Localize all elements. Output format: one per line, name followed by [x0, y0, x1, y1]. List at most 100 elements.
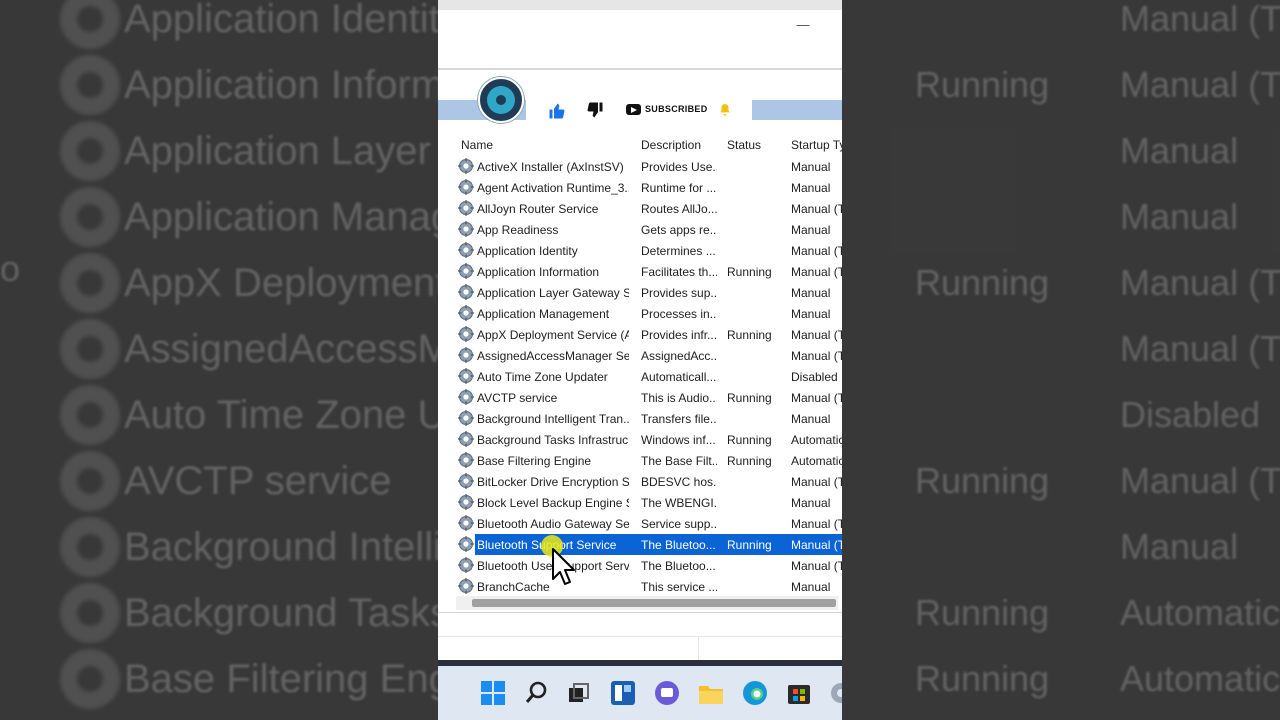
channel-avatar[interactable]	[478, 77, 524, 123]
table-row[interactable]: ActiveX Installer (AxInstSV) Provides Use…	[456, 156, 842, 177]
gear-icon	[458, 284, 474, 300]
microsoft-store-icon[interactable]	[786, 680, 812, 706]
teams-chat-icon[interactable]	[654, 680, 680, 706]
gear-icon	[458, 494, 474, 510]
service-description: Gets apps re...	[641, 223, 717, 237]
gear-icon	[458, 200, 474, 216]
service-description: Determines ...	[641, 244, 716, 258]
table-row[interactable]: Auto Time Zone Updater Automaticall... Dis…	[456, 366, 842, 387]
service-name: Auto Time Zone Updater	[477, 370, 608, 384]
windows-start-icon[interactable]	[480, 680, 506, 706]
service-startup-type: Manual (T	[791, 202, 842, 216]
service-name: AssignedAccessManager Ser...	[477, 349, 629, 363]
window-top-strip	[438, 0, 842, 10]
table-row[interactable]: Base Filtering Engine The Base Filt... Run…	[456, 450, 842, 471]
gear-icon	[458, 221, 474, 237]
gear-icon	[458, 410, 474, 426]
table-row[interactable]: Bluetooth User Support Serv...The Blueto…	[456, 555, 842, 576]
service-description: Provides infr...	[641, 328, 717, 342]
service-status: Running	[727, 538, 772, 552]
service-name: Application Layer Gateway S...	[477, 286, 629, 300]
table-row[interactable]: Application Layer Gateway S... Provides s…	[456, 282, 842, 303]
service-name: App Readiness	[477, 223, 559, 237]
service-startup-type: Manual	[791, 412, 831, 426]
service-name: AVCTP service	[477, 391, 558, 405]
service-name: AppX Deployment Service (A...	[477, 328, 629, 342]
subscribe-overlay: SUBSCRIBED	[526, 94, 752, 128]
service-startup-type: Manual	[791, 160, 831, 174]
gear-icon	[458, 305, 474, 321]
gear-icon	[458, 389, 474, 405]
subscribed-label[interactable]: SUBSCRIBED	[645, 104, 708, 114]
service-description: The Bluetoo...	[641, 559, 716, 573]
column-header-startup-type[interactable]: Startup Ty	[791, 138, 842, 152]
service-description: BDESVC hos...	[641, 475, 717, 489]
gear-icon	[458, 179, 474, 195]
gear-icon	[458, 242, 474, 258]
service-description: AssignedAcc...	[641, 349, 717, 363]
widgets-icon[interactable]	[610, 680, 636, 706]
service-name: Application Management	[477, 307, 610, 321]
service-description: Service supp...	[641, 517, 717, 531]
service-status: Running	[727, 265, 772, 279]
bell-icon[interactable]	[718, 102, 732, 118]
service-name: BitLocker Drive Encryption S...	[477, 475, 629, 489]
thumbs-down-icon[interactable]	[586, 101, 604, 119]
table-row[interactable]: Application Information Facilitates th...…	[456, 261, 842, 282]
thumbs-up-icon[interactable]	[548, 102, 566, 120]
service-startup-type: Manual	[791, 286, 831, 300]
gear-icon	[458, 263, 474, 279]
table-row[interactable]: Application Identity Determines ... Manual…	[456, 240, 842, 261]
taskbar	[438, 660, 842, 720]
gear-icon	[458, 368, 474, 384]
column-header-name[interactable]: Name	[461, 138, 493, 152]
service-startup-type: Manual (T	[791, 517, 842, 531]
task-view-icon[interactable]	[566, 680, 592, 706]
service-startup-type: Manual (T	[791, 244, 842, 258]
table-row[interactable]: BitLocker Drive Encryption S... BDESVC ho…	[456, 471, 842, 492]
table-row[interactable]: AllJoyn Router Service Routes AllJo... Man…	[456, 198, 842, 219]
table-row[interactable]: AssignedAccessManager Ser... AssignedAcc.…	[456, 345, 842, 366]
service-startup-type: Manual	[791, 307, 831, 321]
service-startup-type: Manual	[791, 496, 831, 510]
service-description: Processes in...	[641, 307, 717, 321]
scrollbar-thumb[interactable]	[472, 599, 836, 607]
table-row[interactable]: Block Level Backup Engine S... The WBENGI…	[456, 492, 842, 513]
service-startup-type: Automatic	[791, 454, 842, 468]
service-description: Windows inf...	[641, 433, 716, 447]
service-description: This service ...	[641, 580, 717, 594]
service-description: Provides Use...	[641, 160, 717, 174]
table-row[interactable]: AppX Deployment Service (A... Provides in…	[456, 324, 842, 345]
edge-browser-icon[interactable]	[742, 680, 768, 706]
file-explorer-icon[interactable]	[698, 680, 724, 706]
services-icon[interactable]	[828, 680, 842, 706]
service-startup-type: Manual (T	[791, 328, 842, 342]
table-row[interactable]: Background Tasks Infrastruc... Windows in…	[456, 429, 842, 450]
service-status: Running	[727, 433, 772, 447]
table-row[interactable]: Bluetooth Audio Gateway Se... Service sup…	[456, 513, 842, 534]
service-name: Application Identity	[477, 244, 578, 258]
service-status: Running	[727, 454, 772, 468]
service-name: Background Intelligent Tran...	[477, 412, 629, 426]
gear-icon	[458, 347, 474, 363]
search-icon[interactable]	[524, 680, 550, 706]
table-row[interactable]: Background Intelligent Tran... Transfers …	[456, 408, 842, 429]
gear-icon	[458, 515, 474, 531]
table-row[interactable]: BranchCache This service ... Manual	[456, 576, 842, 597]
gear-icon	[458, 473, 474, 489]
service-name: ActiveX Installer (AxInstSV)	[477, 160, 624, 174]
table-row[interactable]: AVCTP service This is Audio... Running Manu…	[456, 387, 842, 408]
service-description: Facilitates th...	[641, 265, 717, 279]
column-header-description[interactable]: Description	[641, 138, 701, 152]
service-name: Base Filtering Engine	[477, 454, 592, 468]
table-row[interactable]: Application Management Processes in... Man…	[456, 303, 842, 324]
minimize-button[interactable]: —	[796, 18, 810, 32]
gear-icon	[458, 431, 474, 447]
table-row[interactable]: Agent Activation Runtime_3... Runtime for…	[456, 177, 842, 198]
service-description: The Base Filt...	[641, 454, 717, 468]
table-row-selected[interactable]: Bluetooth Support ServiceThe Bluetoo...R…	[456, 534, 842, 555]
column-header-status[interactable]: Status	[727, 138, 761, 152]
horizontal-scrollbar[interactable]	[456, 596, 838, 610]
table-row[interactable]: App Readiness Gets apps re... Manual	[456, 219, 842, 240]
service-startup-type: Disabled	[791, 370, 838, 384]
